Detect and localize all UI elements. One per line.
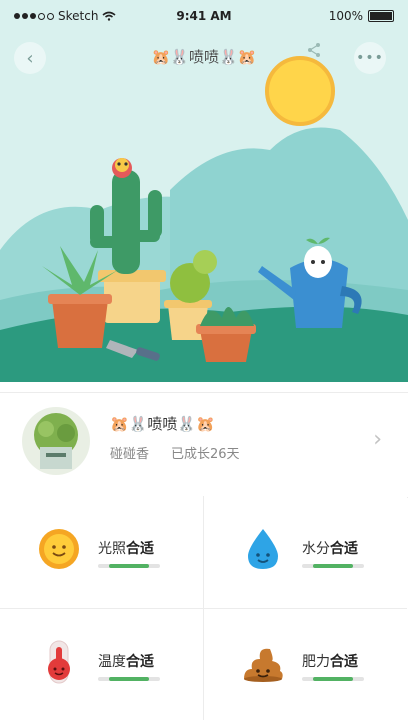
more-icon: •••	[356, 50, 384, 66]
stat-label: 光照合适	[98, 541, 154, 557]
share-icon	[308, 43, 320, 57]
cactus	[112, 170, 140, 274]
stat-label: 温度合适	[98, 654, 154, 670]
stat-label: 水分合适	[302, 541, 358, 557]
light-level-bar	[98, 564, 160, 568]
page-title: 🐹🐰喷喷🐰🐹	[151, 48, 257, 66]
temperature-level-bar	[98, 677, 160, 681]
plant-profile-row[interactable]: 🐹🐰喷喷🐰🐹 碰碰香 已成长26天 ›	[0, 392, 408, 498]
plant-name: 🐹🐰喷喷🐰🐹	[110, 415, 215, 433]
plant-meta: 碰碰香 已成长26天	[110, 443, 240, 462]
stat-label: 肥力合适	[302, 654, 358, 670]
chevron-right-icon: ›	[373, 427, 382, 452]
water-drop-icon	[248, 529, 278, 569]
phone-screen: ‹ 🐹🐰喷喷🐰🐹 ••• Sketch 9:41 AM 100% 🐹🐰喷喷🐰🐹 …	[0, 0, 408, 720]
stat-light[interactable]: 光照合适	[0, 496, 204, 609]
sun-icon	[39, 529, 79, 569]
plant-avatar	[22, 407, 90, 475]
water-level-bar	[302, 564, 364, 568]
plant-illustration: ‹ 🐹🐰喷喷🐰🐹 •••	[0, 0, 408, 382]
plant-age: 已成长26天	[171, 447, 240, 462]
fertilizer-icon	[244, 648, 283, 682]
battery-icon	[368, 10, 394, 22]
stat-temperature[interactable]: 温度合适	[0, 609, 204, 720]
status-bar: Sketch 9:41 AM 100%	[0, 0, 408, 32]
plant-species: 碰碰香	[110, 447, 150, 462]
stat-water[interactable]: 水分合适	[204, 496, 407, 609]
fertility-level-bar	[302, 677, 364, 681]
battery-percent: 100%	[328, 9, 363, 23]
stat-fertility[interactable]: 肥力合适	[204, 609, 407, 720]
share-button[interactable]	[306, 42, 338, 74]
care-stats-grid: 光照合适 水分合适 温度合适 肥力合适	[0, 496, 408, 720]
thermometer-icon	[48, 640, 70, 684]
more-button[interactable]: •••	[354, 42, 386, 74]
